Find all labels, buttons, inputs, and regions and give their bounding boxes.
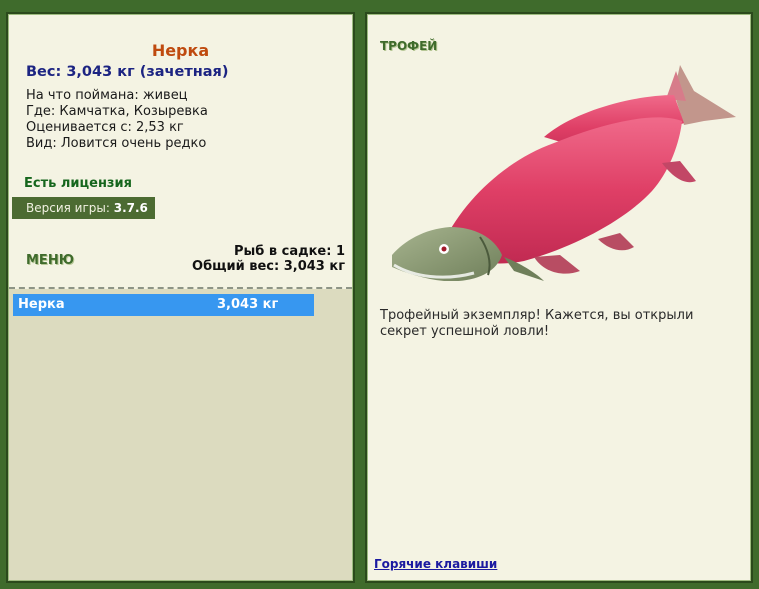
fish-title: Нерка xyxy=(151,41,210,60)
estimate-line: Оценивается с: 2,53 кг xyxy=(26,120,184,135)
dashed-divider xyxy=(9,287,352,289)
left-panel: Нерка Вес: 3,043 кг (зачетная) На что по… xyxy=(6,12,355,583)
version-label: Версия игры: xyxy=(26,201,114,215)
bait-line: На что поймана: живец xyxy=(26,88,188,103)
place-line: Где: Камчатка, Козыревка xyxy=(26,104,208,119)
keepnet-count: Рыб в садке: 1 xyxy=(233,244,345,259)
fish-weight: Вес: 3,043 кг (зачетная) xyxy=(26,64,229,80)
catch-list: Нерка 3,043 кг xyxy=(13,294,314,316)
keepnet-total-weight: Общий вес: 3,043 кг xyxy=(192,259,345,274)
kind-line: Вид: Ловится очень редко xyxy=(26,136,207,151)
version-value: 3.7.6 xyxy=(113,201,148,215)
right-panel: ТРОФЕЙ Трофейный экземпляр! Кажется, вы … xyxy=(365,12,753,583)
trophy-message: Трофейный экземпляр! Кажется, вы открыли… xyxy=(380,308,694,339)
catch-weight: 3,043 кг xyxy=(217,297,279,312)
version-badge: Версия игры: 3.7.6 xyxy=(12,197,155,219)
catch-name: Нерка xyxy=(18,297,65,312)
hotkeys-link[interactable]: Горячие клавиши xyxy=(374,557,497,571)
sockeye-salmon-image xyxy=(392,65,736,281)
catch-list-item[interactable]: Нерка 3,043 кг xyxy=(13,294,314,316)
license-status: Есть лицензия xyxy=(24,176,132,191)
menu-button[interactable]: МЕНЮ xyxy=(26,253,74,268)
fish-info-area: Нерка Вес: 3,043 кг (зачетная) На что по… xyxy=(9,15,352,289)
